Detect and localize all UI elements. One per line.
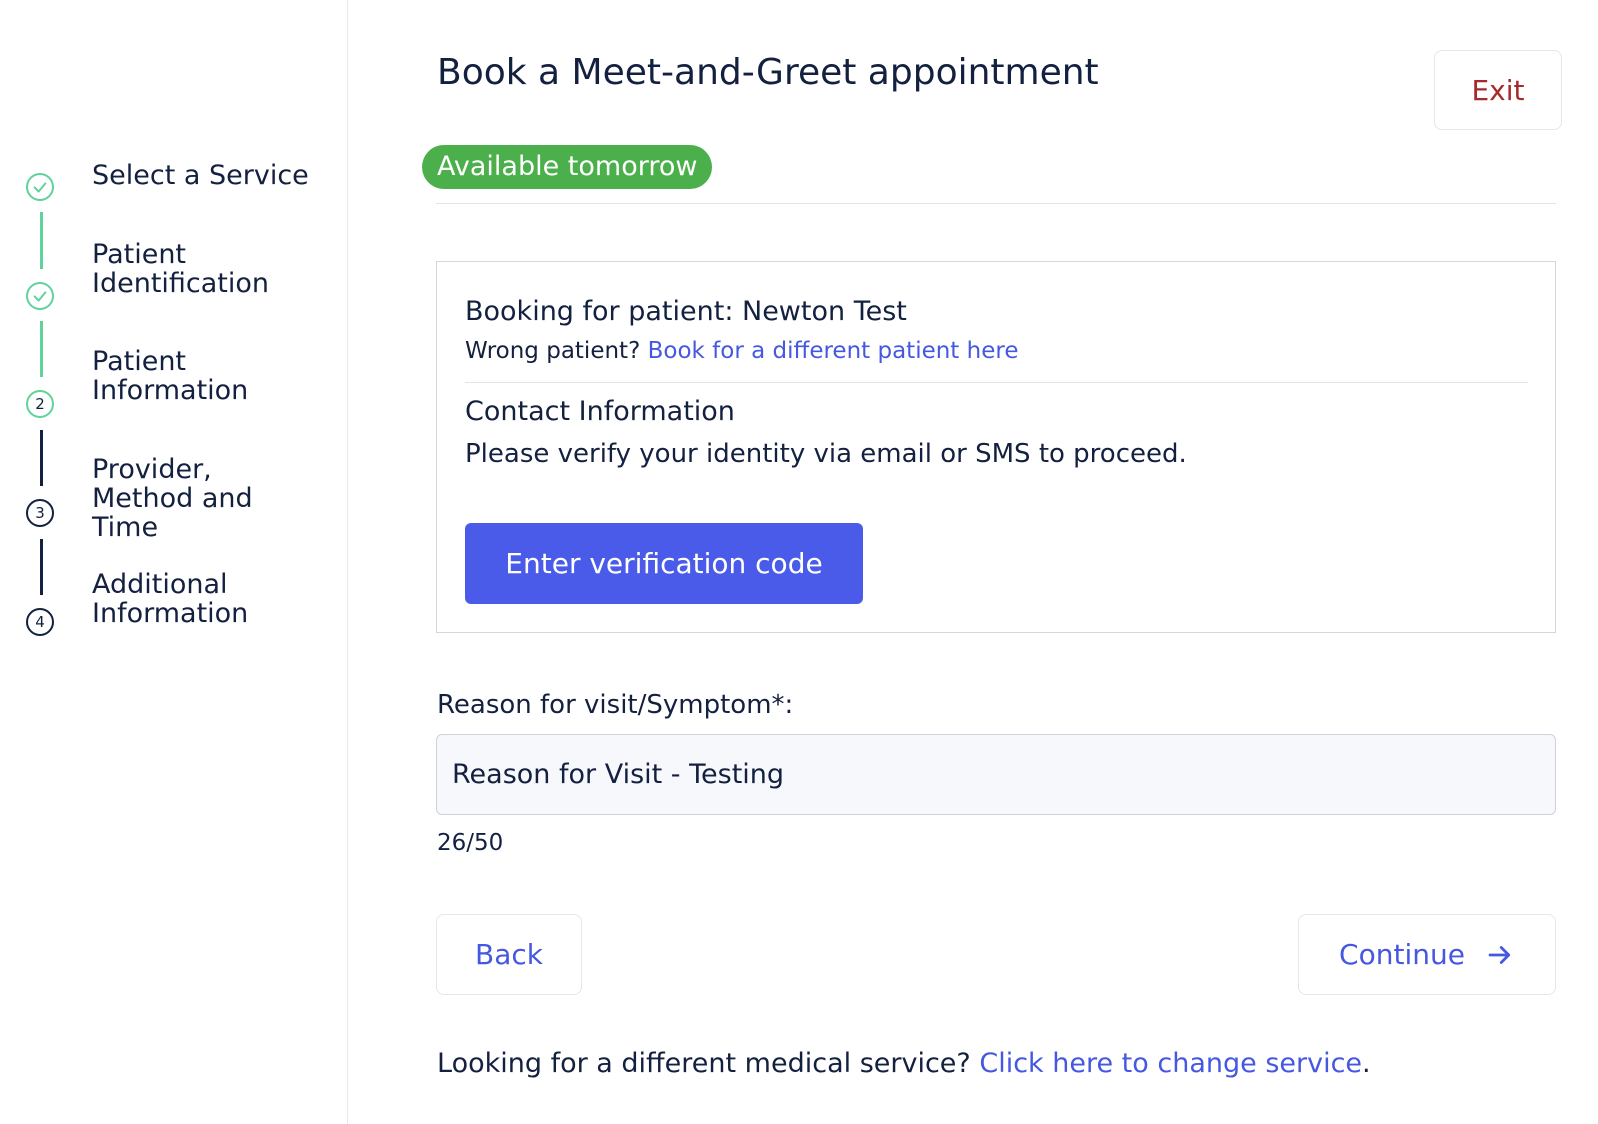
header-divider — [436, 203, 1556, 204]
change-service-link[interactable]: Click here to change service — [979, 1048, 1362, 1079]
step-connector — [40, 430, 43, 486]
wrong-patient-prompt: Wrong patient? — [465, 338, 641, 364]
step-label-patient-identification: Patient Identification — [92, 239, 270, 299]
exit-button[interactable]: Exit — [1434, 50, 1562, 130]
step-connector — [40, 212, 43, 269]
footer-period: . — [1362, 1048, 1371, 1079]
check-icon — [33, 182, 47, 193]
step-complete-check-icon — [26, 173, 54, 201]
booking-patient-title: Booking for patient: Newton Test — [465, 296, 907, 327]
step-number-4: 4 — [26, 608, 54, 636]
step-label-select-service: Select a Service — [92, 160, 309, 191]
step-label-additional-information: Additional Information — [92, 569, 249, 629]
availability-badge: Available tomorrow — [422, 145, 713, 189]
step-connector — [40, 539, 43, 595]
wrong-patient-line: Wrong patient? Book for a different pati… — [465, 338, 1018, 364]
step-label-provider-method-time: Provider, Method and Time — [92, 454, 253, 543]
progress-sidebar: Select a Service Patient Identification … — [0, 0, 348, 1124]
check-icon — [33, 291, 47, 302]
contact-info-title: Contact Information — [465, 396, 735, 427]
back-button[interactable]: Back — [436, 914, 582, 995]
card-divider — [465, 382, 1528, 383]
change-service-prompt: Looking for a different medical service? — [437, 1048, 971, 1079]
arrow-right-icon — [1488, 945, 1511, 964]
step-complete-check-icon — [26, 282, 54, 310]
continue-label: Continue — [1339, 938, 1465, 971]
continue-button[interactable]: Continue — [1298, 914, 1556, 995]
character-counter: 26/50 — [437, 830, 504, 856]
different-patient-link[interactable]: Book for a different patient here — [648, 338, 1019, 364]
step-number-3: 3 — [26, 499, 54, 527]
step-number-2: 2 — [26, 390, 54, 418]
step-label-patient-information: Patient Information — [92, 346, 249, 406]
reason-for-visit-label: Reason for visit/Symptom*: — [437, 690, 794, 720]
page-title: Book a Meet-and-Greet appointment — [437, 52, 1099, 93]
enter-verification-code-button[interactable]: Enter verification code — [465, 523, 863, 604]
step-connector — [40, 321, 43, 377]
contact-info-text: Please verify your identity via email or… — [465, 439, 1187, 469]
change-service-footer: Looking for a different medical service?… — [437, 1048, 1371, 1079]
reason-for-visit-input[interactable] — [436, 734, 1556, 815]
booking-card: Booking for patient: Newton Test Wrong p… — [436, 261, 1556, 633]
